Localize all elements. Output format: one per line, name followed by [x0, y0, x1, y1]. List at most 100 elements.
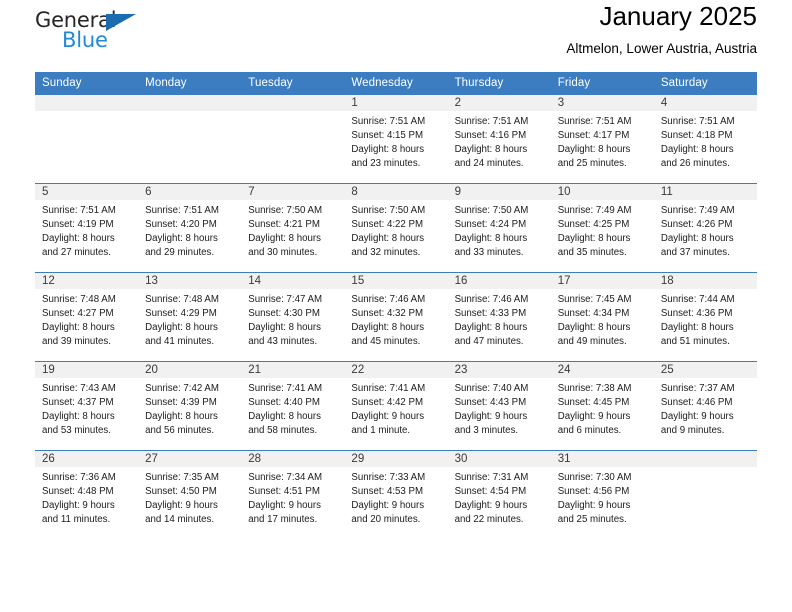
day-detail-line: Daylight: 8 hours — [42, 232, 115, 244]
day-detail-line: Sunrise: 7:36 AM — [42, 472, 116, 483]
day-detail-line: Daylight: 8 hours — [351, 232, 425, 244]
calendar-day-cell[interactable]: 26 Sunrise: 7:36 AM Sunset: 4:48 PM Dayligh… — [35, 450, 139, 540]
day-detail-line: Daylight: 9 hours — [351, 410, 425, 422]
calendar-day-cell[interactable]: 6 Sunrise: 7:51 AM Sunset: 4:20 PM Daylight… — [138, 183, 242, 273]
day-detail-line: Sunset: 4:16 PM — [454, 129, 527, 141]
day-detail-line: and 27 minutes. — [42, 246, 111, 258]
calendar-day-cell[interactable]: 21 Sunrise: 7:41 AM Sunset: 4:40 PM Dayligh… — [241, 361, 345, 451]
day-details: Sunrise: 7:51 AM Sunset: 4:16 PM Daylight:… — [448, 111, 551, 171]
day-number — [653, 451, 757, 467]
calendar-day-cell[interactable]: 1 Sunrise: 7:51 AM Sunset: 4:15 PM Daylight… — [344, 94, 448, 184]
day-detail-line: Daylight: 8 hours — [454, 232, 528, 244]
day-details: Sunrise: 7:40 AM Sunset: 4:43 PM Daylight:… — [448, 378, 551, 438]
calendar-day-cell[interactable]: 27 Sunrise: 7:35 AM Sunset: 4:50 PM Dayligh… — [138, 450, 242, 540]
day-detail-line: and 22 minutes. — [454, 513, 524, 525]
calendar-day-cell[interactable]: 16 Sunrise: 7:46 AM Sunset: 4:33 PM Dayligh… — [447, 272, 551, 362]
day-detail-line: Daylight: 8 hours — [454, 321, 528, 333]
day-details: Sunrise: 7:49 AM Sunset: 4:25 PM Daylight:… — [551, 200, 654, 260]
day-detail-line: Sunrise: 7:41 AM — [351, 383, 426, 394]
day-number: 1 — [344, 95, 448, 111]
day-details: Sunrise: 7:51 AM Sunset: 4:15 PM Daylight:… — [344, 111, 447, 171]
day-detail-line: Sunset: 4:19 PM — [42, 218, 114, 230]
calendar-day-cell[interactable]: 17 Sunrise: 7:45 AM Sunset: 4:34 PM Dayligh… — [550, 272, 654, 362]
calendar-day-cell[interactable]: 31 Sunrise: 7:30 AM Sunset: 4:56 PM Dayligh… — [550, 450, 654, 540]
day-details: Sunrise: 7:50 AM Sunset: 4:24 PM Daylight:… — [448, 200, 551, 260]
calendar-day-cell[interactable]: 10 Sunrise: 7:49 AM Sunset: 4:25 PM Dayligh… — [550, 183, 654, 273]
day-detail-line: Sunset: 4:36 PM — [660, 307, 733, 319]
day-number: 9 — [447, 184, 551, 200]
calendar-week-row: 5 Sunrise: 7:51 AM Sunset: 4:19 PM Daylight… — [35, 183, 757, 273]
day-detail-line: Sunset: 4:46 PM — [660, 396, 733, 408]
calendar-day-cell[interactable]: 20 Sunrise: 7:42 AM Sunset: 4:39 PM Dayligh… — [138, 361, 242, 451]
day-detail-line: and 1 minute. — [351, 424, 411, 436]
day-detail-line: Sunset: 4:15 PM — [351, 129, 424, 141]
day-number: 20 — [138, 362, 242, 378]
day-detail-line: Daylight: 8 hours — [557, 143, 631, 155]
day-number: 16 — [447, 273, 551, 289]
calendar-head: Sunday Monday Tuesday Wednesday Thursday… — [35, 72, 757, 95]
day-detail-line: Daylight: 8 hours — [248, 321, 321, 333]
day-detail-line: Sunrise: 7:41 AM — [248, 383, 323, 394]
calendar-day-cell[interactable]: 23 Sunrise: 7:40 AM Sunset: 4:43 PM Dayligh… — [447, 361, 551, 451]
day-number: 8 — [344, 184, 448, 200]
day-number — [138, 95, 242, 111]
day-detail-line: Daylight: 8 hours — [351, 321, 425, 333]
day-detail-line: Sunset: 4:54 PM — [454, 485, 527, 497]
day-number: 25 — [653, 362, 757, 378]
calendar-day-cell[interactable]: 28 Sunrise: 7:34 AM Sunset: 4:51 PM Dayligh… — [241, 450, 345, 540]
calendar-day-cell[interactable]: 8 Sunrise: 7:50 AM Sunset: 4:22 PM Daylight… — [344, 183, 448, 273]
calendar-day-cell[interactable]: 25 Sunrise: 7:37 AM Sunset: 4:46 PM Dayligh… — [653, 361, 757, 451]
day-detail-line: Daylight: 8 hours — [454, 143, 528, 155]
general-blue-logo[interactable]: General Blue — [35, 8, 165, 58]
calendar-day-cell[interactable]: 7 Sunrise: 7:50 AM Sunset: 4:21 PM Daylight… — [241, 183, 345, 273]
day-detail-line: Sunset: 4:45 PM — [557, 396, 630, 408]
day-detail-line: Sunset: 4:40 PM — [248, 396, 320, 408]
calendar-day-cell[interactable]: 4 Sunrise: 7:51 AM Sunset: 4:18 PM Daylight… — [653, 94, 757, 184]
day-detail-line: Sunrise: 7:33 AM — [351, 472, 426, 483]
day-detail-line: and 33 minutes. — [454, 246, 524, 258]
day-detail-line: Sunrise: 7:50 AM — [248, 205, 323, 216]
day-number: 14 — [241, 273, 345, 289]
day-details: Sunrise: 7:43 AM Sunset: 4:37 PM Daylight:… — [35, 378, 138, 438]
day-detail-line: and 9 minutes. — [660, 424, 725, 436]
calendar-day-cell[interactable]: 2 Sunrise: 7:51 AM Sunset: 4:16 PM Daylight… — [447, 94, 551, 184]
day-detail-line: Sunrise: 7:51 AM — [42, 205, 116, 216]
calendar-day-cell[interactable]: 29 Sunrise: 7:33 AM Sunset: 4:53 PM Dayligh… — [344, 450, 448, 540]
weekday-header-friday: Friday — [550, 72, 654, 95]
weekday-header-row: Sunday Monday Tuesday Wednesday Thursday… — [35, 72, 757, 95]
day-number: 31 — [550, 451, 654, 467]
day-detail-line: Sunset: 4:51 PM — [248, 485, 320, 497]
calendar-day-cell[interactable]: 30 Sunrise: 7:31 AM Sunset: 4:54 PM Dayligh… — [447, 450, 551, 540]
day-detail-line: Sunrise: 7:46 AM — [351, 294, 426, 305]
day-detail-line: and 6 minutes. — [557, 424, 622, 436]
weekday-header-sunday: Sunday — [35, 72, 139, 95]
day-number: 30 — [447, 451, 551, 467]
day-detail-line: Sunrise: 7:35 AM — [145, 472, 219, 483]
calendar-day-cell[interactable]: 3 Sunrise: 7:51 AM Sunset: 4:17 PM Daylight… — [550, 94, 654, 184]
day-details: Sunrise: 7:45 AM Sunset: 4:34 PM Daylight:… — [551, 289, 654, 349]
calendar-day-cell[interactable]: 24 Sunrise: 7:38 AM Sunset: 4:45 PM Dayligh… — [550, 361, 654, 451]
day-detail-line: Daylight: 9 hours — [351, 499, 425, 511]
calendar-day-cell[interactable]: 19 Sunrise: 7:43 AM Sunset: 4:37 PM Dayligh… — [35, 361, 139, 451]
calendar-day-cell[interactable]: 12 Sunrise: 7:48 AM Sunset: 4:27 PM Dayligh… — [35, 272, 139, 362]
day-detail-line: and 30 minutes. — [248, 246, 318, 258]
day-number: 10 — [550, 184, 654, 200]
day-details — [241, 111, 344, 115]
calendar-day-cell[interactable]: 14 Sunrise: 7:47 AM Sunset: 4:30 PM Dayligh… — [241, 272, 345, 362]
day-detail-line: and 35 minutes. — [557, 246, 627, 258]
calendar-day-cell[interactable]: 22 Sunrise: 7:41 AM Sunset: 4:42 PM Dayligh… — [344, 361, 448, 451]
calendar-day-cell-empty — [138, 94, 242, 184]
calendar-table: Sunday Monday Tuesday Wednesday Thursday… — [35, 72, 757, 540]
day-detail-line: Sunrise: 7:51 AM — [557, 116, 632, 127]
calendar-day-cell[interactable]: 9 Sunrise: 7:50 AM Sunset: 4:24 PM Daylight… — [447, 183, 551, 273]
day-number: 13 — [138, 273, 242, 289]
calendar-day-cell[interactable]: 11 Sunrise: 7:49 AM Sunset: 4:26 PM Dayligh… — [653, 183, 757, 273]
day-details: Sunrise: 7:47 AM Sunset: 4:30 PM Daylight:… — [241, 289, 344, 349]
calendar-day-cell[interactable]: 15 Sunrise: 7:46 AM Sunset: 4:32 PM Dayligh… — [344, 272, 448, 362]
day-detail-line: Sunrise: 7:51 AM — [454, 116, 529, 127]
calendar-day-cell[interactable]: 5 Sunrise: 7:51 AM Sunset: 4:19 PM Daylight… — [35, 183, 139, 273]
calendar-day-cell[interactable]: 13 Sunrise: 7:48 AM Sunset: 4:29 PM Dayligh… — [138, 272, 242, 362]
day-number: 29 — [344, 451, 448, 467]
day-detail-line: Daylight: 9 hours — [454, 499, 528, 511]
calendar-day-cell[interactable]: 18 Sunrise: 7:44 AM Sunset: 4:36 PM Dayligh… — [653, 272, 757, 362]
